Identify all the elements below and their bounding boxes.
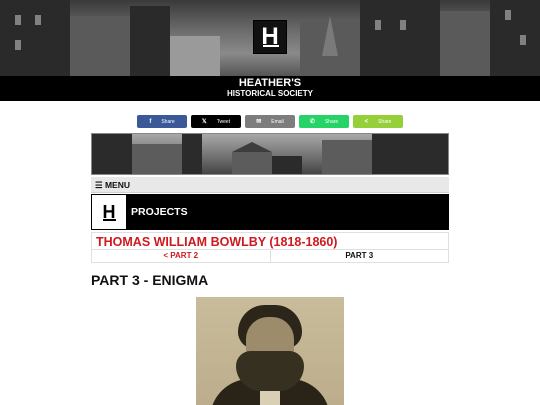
share-label: Tweet <box>216 118 231 125</box>
email-share-button[interactable]: ✉ Email <box>245 115 295 128</box>
share-icon: < <box>364 118 369 125</box>
banner-photo <box>91 133 449 175</box>
whatsapp-share-button[interactable]: ✆ Share <box>299 115 349 128</box>
logo-underline <box>263 45 279 47</box>
facebook-icon: f <box>149 118 152 125</box>
hero-photo: H <box>0 0 540 76</box>
section-logo-underline <box>103 219 116 221</box>
site-title: HEATHER'S <box>238 77 302 89</box>
email-icon: ✉ <box>256 119 262 125</box>
site-logo[interactable]: H <box>253 20 287 54</box>
x-icon: 𝕏 <box>201 119 207 125</box>
whatsapp-icon: ✆ <box>309 119 315 125</box>
section-label: PROJECTS <box>131 206 188 218</box>
part-navigation: < PART 2 PART 3 <box>91 250 449 263</box>
section-logo[interactable]: H <box>91 194 127 230</box>
site-subtitle: HISTORICAL SOCIETY <box>227 89 313 98</box>
facebook-share-button[interactable]: f Share <box>137 115 187 128</box>
current-part-label: PART 3 <box>345 251 374 260</box>
share-label: Email <box>271 118 284 125</box>
twitter-share-button[interactable]: 𝕏 Tweet <box>191 115 241 128</box>
portrait-image <box>196 297 344 405</box>
share-label: Share <box>324 118 339 125</box>
prev-part-link[interactable]: < PART 2 <box>92 250 271 262</box>
page-heading: PART 3 - ENIGMA <box>91 272 209 288</box>
sharethis-share-button[interactable]: < Share <box>353 115 403 128</box>
share-label: Share <box>161 118 175 125</box>
share-label: Share <box>378 118 392 125</box>
projects-header: H PROJECTS <box>91 194 449 230</box>
site-title-bar: HEATHER'S HISTORICAL SOCIETY <box>0 76 540 101</box>
menu-button[interactable]: ☰ MENU <box>91 177 449 193</box>
share-buttons: f Share 𝕏 Tweet ✉ Email ✆ Share < Share <box>137 115 403 128</box>
subject-title: THOMAS WILLIAM BOWLBY (1818-1860) <box>91 232 449 250</box>
